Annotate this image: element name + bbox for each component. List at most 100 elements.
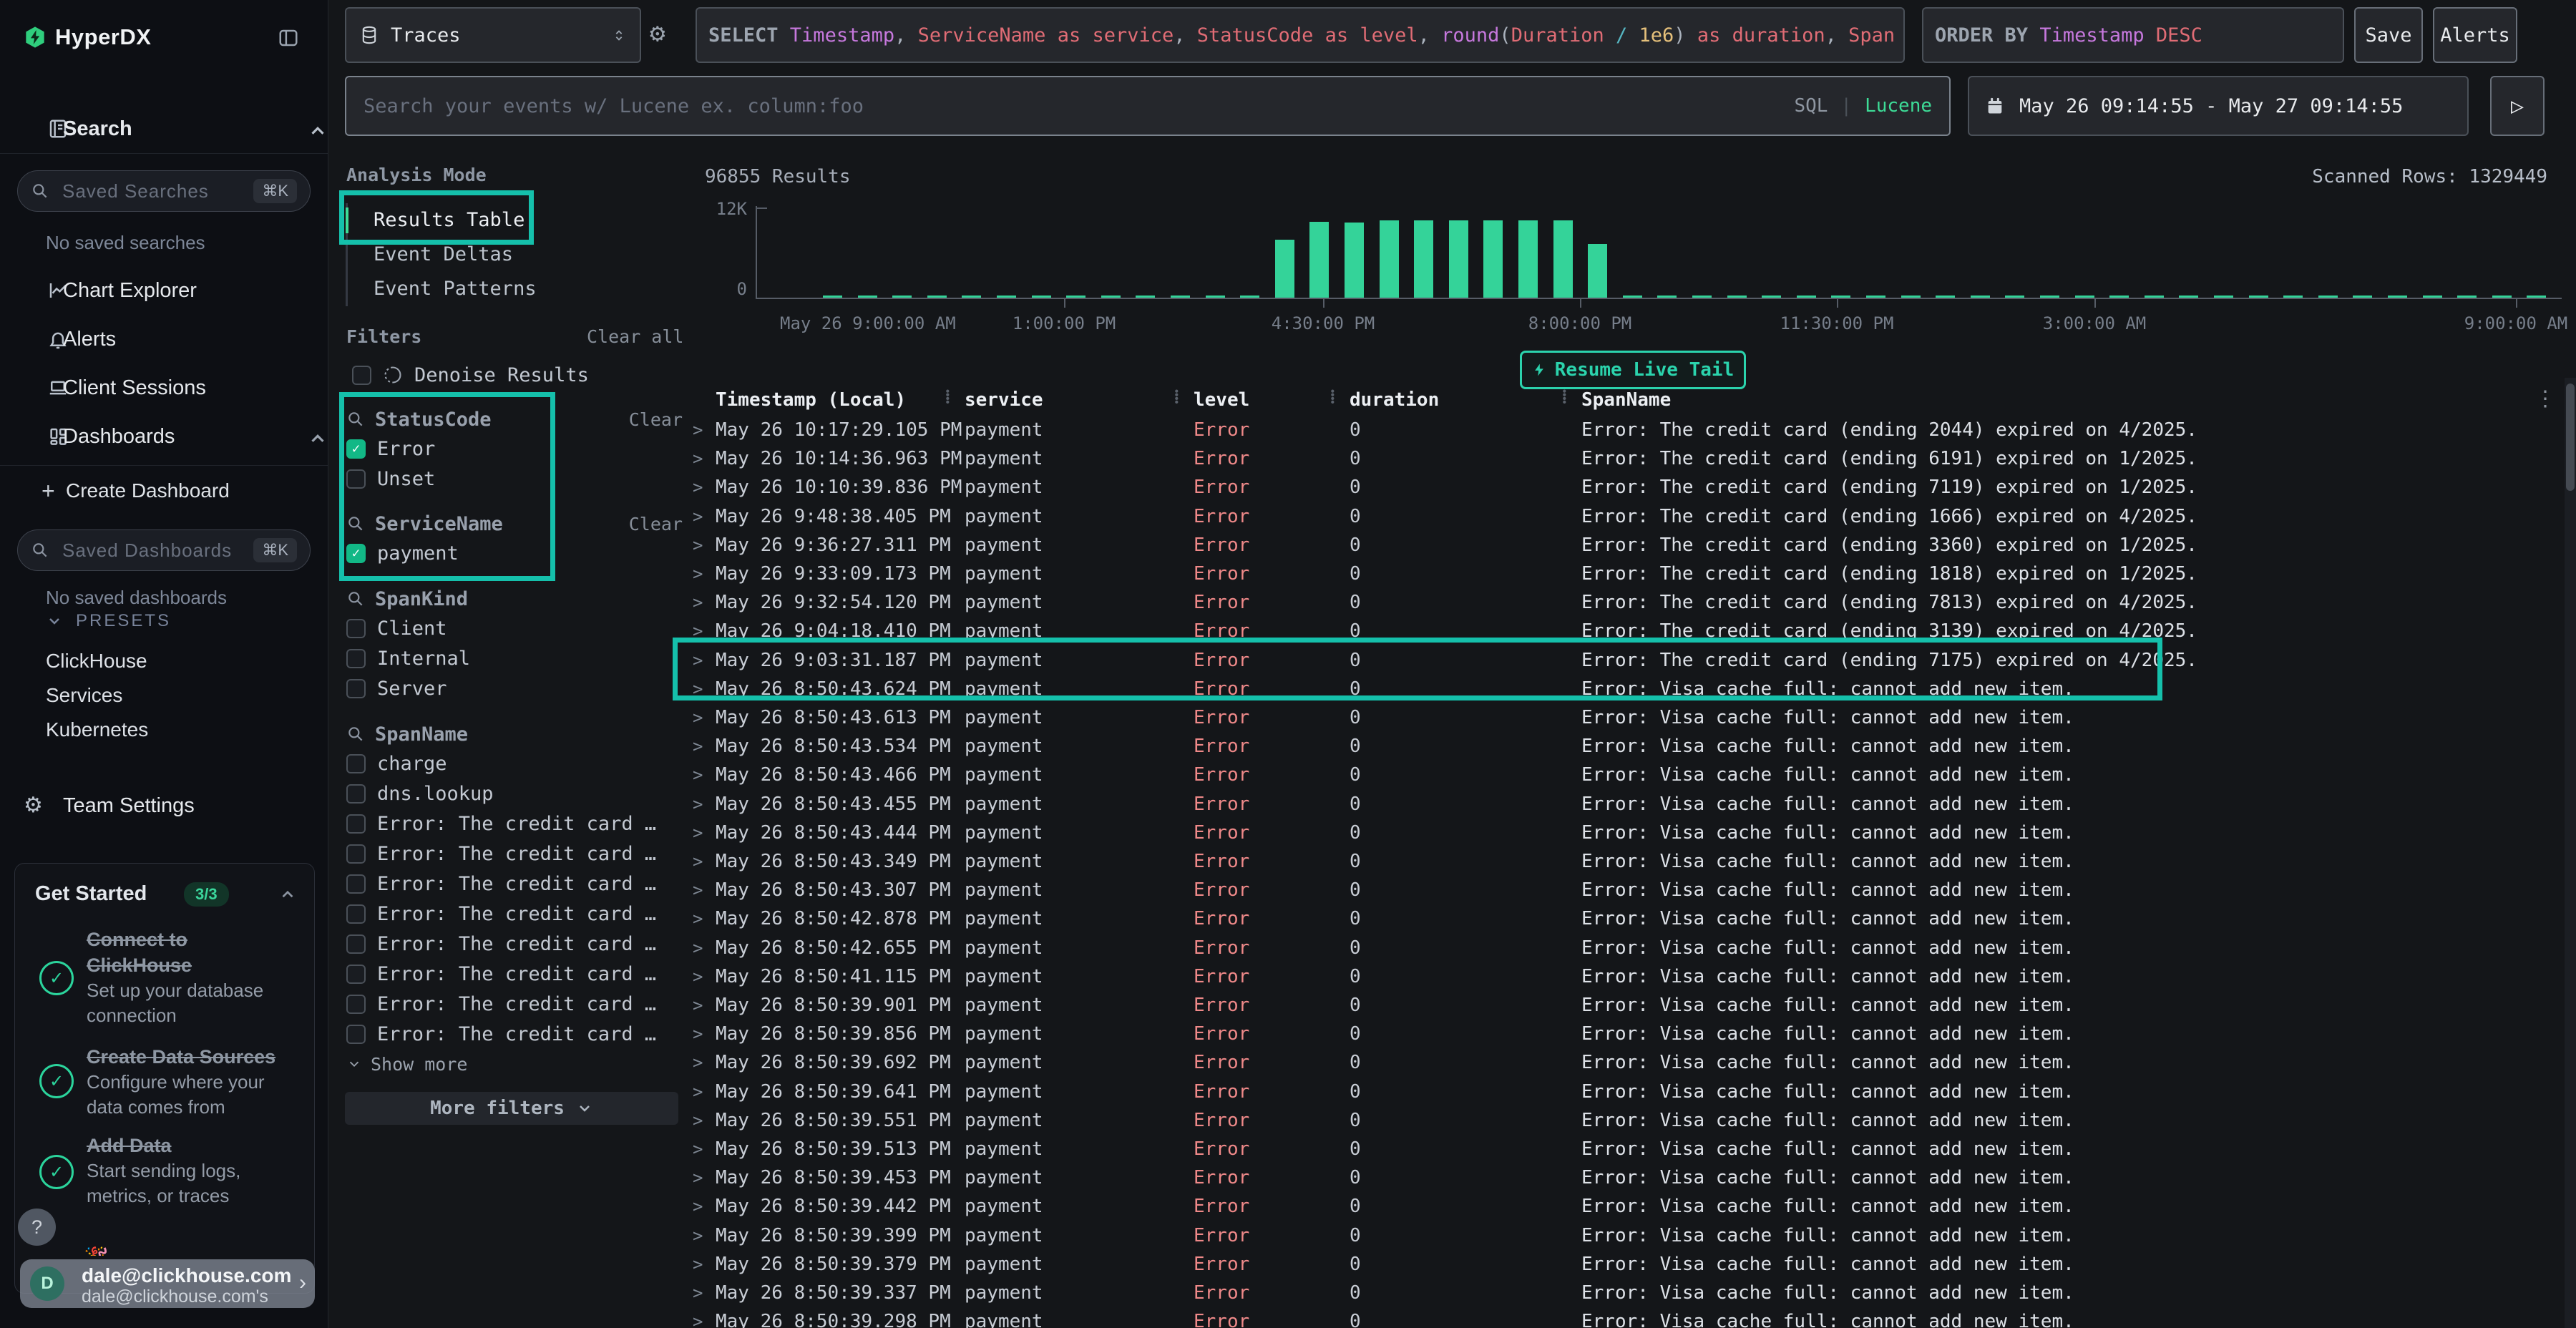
row-expand-chevron[interactable]: > bbox=[686, 449, 716, 469]
histogram-bar[interactable] bbox=[1657, 296, 1677, 298]
table-row[interactable]: >May 26 8:50:39.513 PMpaymentError0Error… bbox=[686, 1135, 2562, 1163]
filter-option[interactable]: Error: The credit card … bbox=[346, 809, 683, 839]
row-expand-chevron[interactable]: > bbox=[686, 823, 716, 843]
table-row[interactable]: >May 26 8:50:39.692 PMpaymentError0Error… bbox=[686, 1048, 2562, 1077]
table-row[interactable]: >May 26 8:50:39.453 PMpaymentError0Error… bbox=[686, 1163, 2562, 1192]
table-row[interactable]: >May 26 8:50:39.641 PMpaymentError0Error… bbox=[686, 1078, 2562, 1106]
histogram-bar[interactable] bbox=[1971, 296, 1990, 298]
row-expand-chevron[interactable]: > bbox=[686, 1024, 716, 1044]
checkbox-icon[interactable] bbox=[346, 1025, 366, 1044]
scrollbar-track[interactable] bbox=[2565, 378, 2576, 1328]
show-more-link[interactable]: Show more bbox=[346, 1049, 683, 1079]
table-row[interactable]: >May 26 8:50:39.337 PMpaymentError0Error… bbox=[686, 1279, 2562, 1307]
table-row[interactable]: >May 26 8:50:39.551 PMpaymentError0Error… bbox=[686, 1106, 2562, 1135]
checkbox-icon[interactable] bbox=[346, 844, 366, 864]
filter-option[interactable]: Error: The credit card … bbox=[346, 899, 683, 929]
row-expand-chevron[interactable]: > bbox=[686, 1082, 716, 1102]
histogram-bar[interactable] bbox=[2457, 296, 2477, 298]
row-expand-chevron[interactable]: > bbox=[686, 1168, 716, 1188]
table-row[interactable]: >May 26 9:48:38.405 PMpaymentError0Error… bbox=[686, 502, 2562, 531]
histogram-bar[interactable] bbox=[1831, 296, 1850, 298]
table-row[interactable]: >May 26 10:14:36.963 PMpaymentError0Erro… bbox=[686, 444, 2562, 473]
more-filters-button[interactable]: More filters bbox=[345, 1092, 678, 1125]
sidebar-item-preset-kubernetes[interactable]: Kubernetes bbox=[46, 718, 148, 741]
sidebar-item-preset-services[interactable]: Services bbox=[46, 684, 122, 707]
histogram-bar[interactable] bbox=[1623, 296, 1642, 298]
histogram-bar[interactable] bbox=[1414, 220, 1433, 298]
row-expand-chevron[interactable]: > bbox=[686, 1254, 716, 1274]
histogram-bar[interactable] bbox=[858, 296, 877, 298]
row-expand-chevron[interactable]: > bbox=[686, 1226, 716, 1246]
table-row[interactable]: >May 26 8:50:43.349 PMpaymentError0Error… bbox=[686, 847, 2562, 876]
row-expand-chevron[interactable]: > bbox=[686, 1139, 716, 1159]
filter-option[interactable]: Error: The credit card … bbox=[346, 989, 683, 1019]
table-row[interactable]: >May 26 8:50:42.878 PMpaymentError0Error… bbox=[686, 904, 2562, 933]
table-row[interactable]: >May 26 9:32:54.120 PMpaymentError0Error… bbox=[686, 588, 2562, 617]
filter-option[interactable]: Error: The credit card … bbox=[346, 839, 683, 869]
checkbox-icon[interactable] bbox=[346, 814, 366, 834]
filter-option[interactable]: Client bbox=[346, 613, 683, 643]
row-expand-chevron[interactable]: > bbox=[686, 507, 716, 527]
histogram-bar[interactable] bbox=[1866, 296, 1885, 298]
histogram-bar[interactable] bbox=[1032, 296, 1051, 298]
histogram-bar[interactable] bbox=[2249, 296, 2268, 298]
histogram-bar[interactable] bbox=[2388, 296, 2407, 298]
histogram-bar[interactable] bbox=[1727, 296, 1747, 298]
row-expand-chevron[interactable]: > bbox=[686, 880, 716, 900]
denoise-results-checkbox[interactable]: Denoise Results bbox=[352, 360, 589, 390]
histogram-bar[interactable] bbox=[2145, 296, 2164, 298]
row-expand-chevron[interactable]: > bbox=[686, 1110, 716, 1131]
checkbox-icon[interactable] bbox=[346, 619, 366, 638]
row-expand-chevron[interactable]: > bbox=[686, 967, 716, 987]
histogram-bar[interactable] bbox=[1206, 296, 1225, 298]
histogram-bar[interactable] bbox=[1066, 296, 1085, 298]
table-row[interactable]: >May 26 8:50:42.655 PMpaymentError0Error… bbox=[686, 934, 2562, 962]
table-row[interactable]: >May 26 8:50:43.613 PMpaymentError0Error… bbox=[686, 703, 2562, 732]
checkbox-icon[interactable] bbox=[346, 965, 366, 984]
row-expand-chevron[interactable]: > bbox=[686, 765, 716, 785]
column-settings-kebab-icon[interactable]: ⋮ bbox=[2534, 386, 2556, 411]
checkbox-icon[interactable] bbox=[352, 366, 371, 385]
table-row[interactable]: >May 26 9:33:09.173 PMpaymentError0Error… bbox=[686, 560, 2562, 588]
row-expand-chevron[interactable]: > bbox=[686, 564, 716, 584]
table-row[interactable]: >May 26 10:17:29.105 PMpaymentError0Erro… bbox=[686, 416, 2562, 444]
checkbox-icon[interactable] bbox=[346, 754, 366, 773]
checkbox-icon[interactable] bbox=[346, 934, 366, 954]
table-row[interactable]: >May 26 8:50:43.534 PMpaymentError0Error… bbox=[686, 732, 2562, 761]
row-expand-chevron[interactable]: > bbox=[686, 1283, 716, 1303]
histogram-bar[interactable] bbox=[1345, 223, 1364, 298]
checkbox-icon[interactable] bbox=[346, 995, 366, 1014]
filter-option[interactable]: Server bbox=[346, 673, 683, 703]
create-dashboard-button[interactable]: + Create Dashboard bbox=[0, 475, 328, 507]
table-row[interactable]: >May 26 8:50:39.379 PMpaymentError0Error… bbox=[686, 1250, 2562, 1279]
checkbox-icon[interactable] bbox=[346, 784, 366, 804]
histogram-bar[interactable] bbox=[1762, 296, 1781, 298]
column-separator-icon[interactable]: ⁞ bbox=[945, 386, 951, 408]
search-icon[interactable] bbox=[346, 725, 365, 743]
resume-live-tail-button[interactable]: Resume Live Tail bbox=[1520, 351, 1746, 389]
row-expand-chevron[interactable]: > bbox=[686, 535, 716, 555]
histogram-bar[interactable] bbox=[1588, 244, 1607, 298]
help-button[interactable]: ? bbox=[18, 1209, 56, 1246]
user-menu[interactable]: D dale@clickhouse.com dale@clickhouse.co… bbox=[20, 1259, 315, 1308]
column-header-level[interactable]: ⁞level bbox=[1194, 389, 1350, 411]
histogram-bar[interactable] bbox=[2353, 296, 2372, 298]
row-expand-chevron[interactable]: > bbox=[686, 851, 716, 872]
histogram-bar[interactable] bbox=[2527, 296, 2546, 298]
histogram-bar[interactable] bbox=[1136, 296, 1155, 298]
search-icon[interactable] bbox=[346, 590, 365, 608]
clear-filter-link[interactable]: Clear bbox=[629, 514, 683, 534]
histogram-bar[interactable] bbox=[2492, 296, 2512, 298]
histogram-bar[interactable] bbox=[962, 296, 981, 298]
column-separator-icon[interactable]: ⁞ bbox=[1174, 386, 1180, 408]
histogram-bar[interactable] bbox=[2179, 296, 2198, 298]
column-header-duration[interactable]: ⁞duration bbox=[1350, 389, 1581, 411]
table-row[interactable]: >May 26 8:50:39.298 PMpaymentError0Error… bbox=[686, 1307, 2562, 1328]
table-row[interactable]: >May 26 8:50:39.442 PMpaymentError0Error… bbox=[686, 1192, 2562, 1221]
row-expand-chevron[interactable]: > bbox=[686, 708, 716, 728]
table-row[interactable]: >May 26 8:50:43.307 PMpaymentError0Error… bbox=[686, 876, 2562, 904]
histogram-bar[interactable] bbox=[2075, 296, 2094, 298]
filter-option[interactable]: charge bbox=[346, 748, 683, 778]
histogram-bar[interactable] bbox=[1518, 220, 1538, 298]
filter-option[interactable]: Error: The credit card … bbox=[346, 929, 683, 959]
